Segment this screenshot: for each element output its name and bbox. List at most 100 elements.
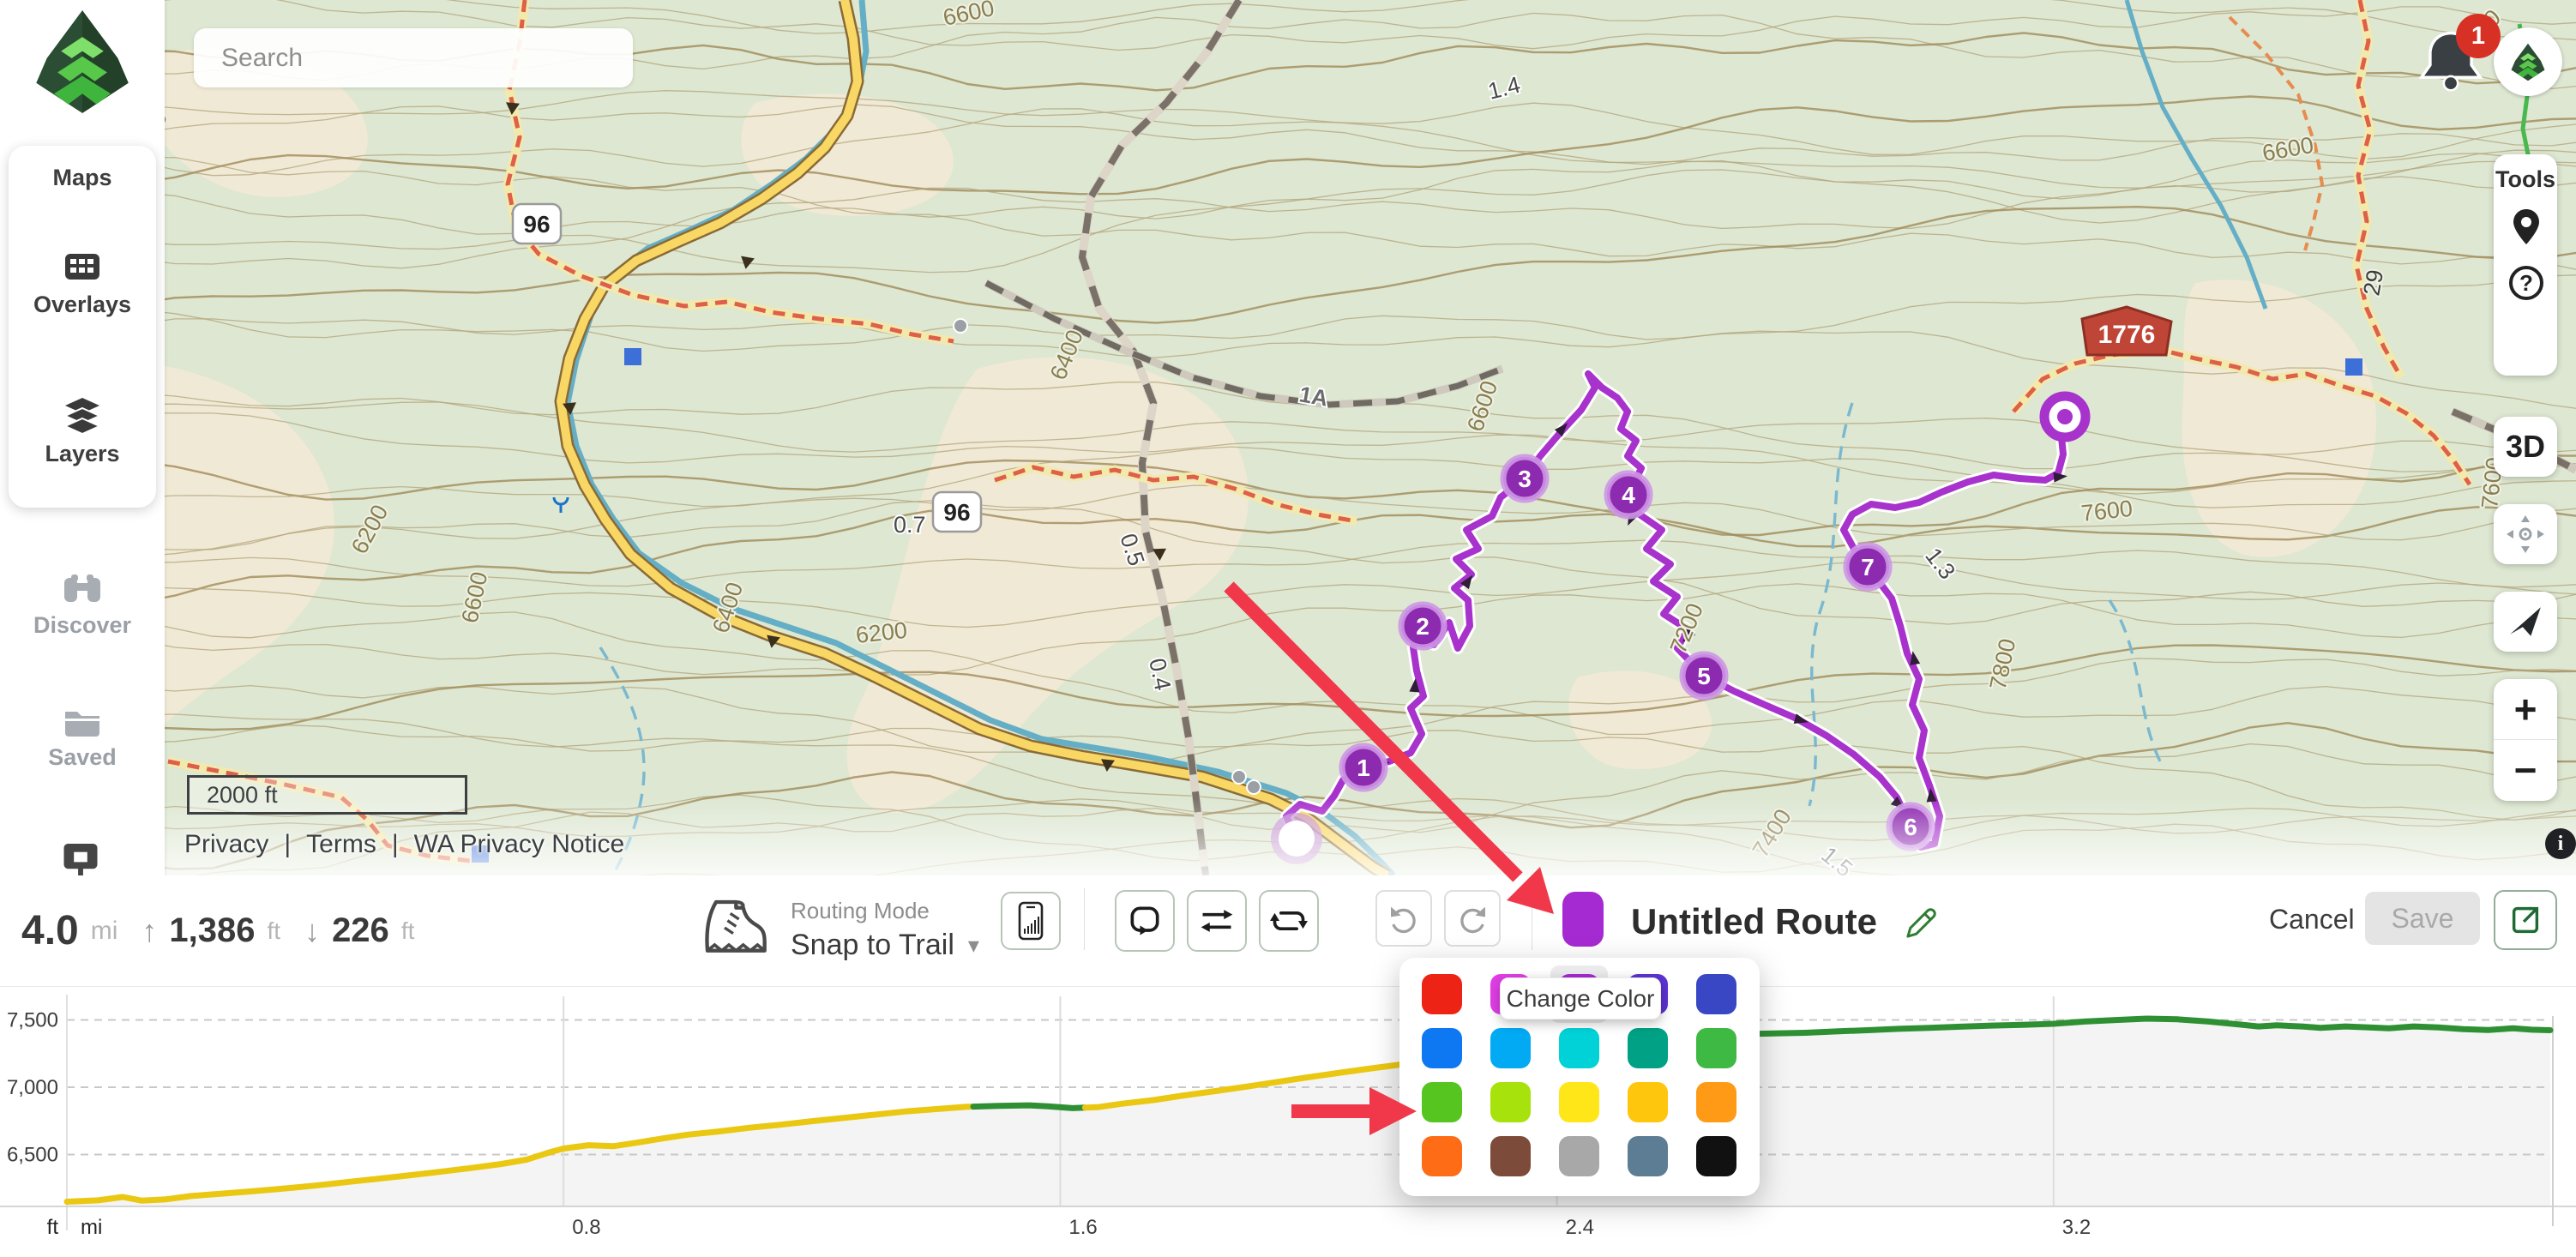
sidebar-item-label: Discover xyxy=(33,612,131,638)
route-color-swatch[interactable] xyxy=(1562,892,1604,947)
help-icon[interactable]: ? xyxy=(2507,264,2545,302)
edit-pencil-icon[interactable] xyxy=(1902,903,1941,942)
notifications-button[interactable]: 1 xyxy=(2418,26,2483,104)
sidebar-item-maps[interactable]: Maps xyxy=(0,165,165,191)
zoom-control: + − xyxy=(2494,679,2557,801)
loop-route-button[interactable] xyxy=(1115,890,1175,952)
sidebar-item-overlays[interactable]: Overlays xyxy=(0,250,165,318)
info-icon: i xyxy=(2558,833,2564,856)
elevation-chart-panel: 6,5007,0007,5000.81.62.43.2ftmi xyxy=(0,986,2576,1245)
contour-label: 29 xyxy=(2358,268,2388,298)
color-option-swatch[interactable] xyxy=(1696,1028,1736,1068)
undo-button[interactable] xyxy=(1375,890,1432,947)
out-and-back-button[interactable] xyxy=(1187,890,1247,952)
color-option-swatch[interactable] xyxy=(1628,1082,1668,1122)
ascent-arrow-icon: ↑ xyxy=(141,913,157,949)
color-option-swatch[interactable] xyxy=(1559,1028,1599,1068)
gaia-logo xyxy=(2507,43,2549,81)
search-input[interactable]: Search xyxy=(194,28,633,87)
elevation-chart[interactable]: 6,5007,0007,5000.81.62.43.2ftmi xyxy=(0,986,2576,1245)
sidebar-item-discover[interactable]: Discover xyxy=(0,573,165,639)
color-option-swatch[interactable] xyxy=(1559,1082,1599,1122)
x-axis-tick-label: 3.2 xyxy=(2062,1216,2091,1239)
redo-button[interactable] xyxy=(1444,890,1501,947)
gaia-gps-app: 1234567680066006600640062006600640062006… xyxy=(0,0,2576,1257)
sidebar-item-layers[interactable]: Layers xyxy=(0,396,165,467)
map-blue-marker xyxy=(2345,358,2362,376)
road-shield: 96 xyxy=(513,204,561,244)
contour-label: 6600 xyxy=(941,0,996,31)
sidebar-item-label: Maps xyxy=(52,165,111,190)
color-option-swatch[interactable] xyxy=(1696,1136,1736,1176)
route-end-marker[interactable] xyxy=(2044,396,2085,437)
contour-label: 7800 xyxy=(1985,636,2021,692)
route-ascent: 1,386 xyxy=(169,911,255,950)
reverse-route-button[interactable] xyxy=(1259,890,1319,952)
route-stats: 4.0 mi ↑ 1,386 ft ↓ 226 ft xyxy=(21,875,414,986)
route-waypoint-marker[interactable]: 2 xyxy=(1401,604,1444,647)
waypoint-tool-icon[interactable] xyxy=(2509,207,2543,247)
trail-halo xyxy=(2356,0,2401,377)
route-title[interactable]: Untitled Route xyxy=(1631,901,1877,942)
color-option-swatch[interactable] xyxy=(1490,1136,1531,1176)
route-waypoint-marker[interactable]: 4 xyxy=(1607,473,1650,516)
route-waypoint-marker[interactable]: 3 xyxy=(1503,457,1546,500)
zoom-out-button[interactable]: − xyxy=(2494,740,2557,800)
cancel-button[interactable]: Cancel xyxy=(2264,903,2360,936)
color-option-swatch[interactable] xyxy=(1422,1028,1462,1068)
plus-icon: + xyxy=(2514,686,2537,732)
route-waypoint-marker[interactable]: 1 xyxy=(1342,746,1385,789)
trail-distance-label: 1.4 xyxy=(1485,72,1523,105)
trail-shield: 1776 xyxy=(2082,307,2171,355)
color-option-swatch[interactable] xyxy=(1422,1136,1462,1176)
x-axis-tick-label: 0.8 xyxy=(572,1216,600,1239)
color-option-swatch[interactable] xyxy=(1422,974,1462,1014)
window-bottom-edge xyxy=(0,1245,2576,1257)
tooltip-label: Change Color xyxy=(1507,985,1655,1013)
pan-icon xyxy=(2505,514,2546,555)
sidebar-item-label: Saved xyxy=(48,744,117,770)
sidebar-item-label: Layers xyxy=(45,441,119,466)
save-button[interactable]: Save xyxy=(2365,892,2480,945)
color-option-swatch[interactable] xyxy=(1422,1082,1462,1122)
3d-button[interactable]: 3D xyxy=(2494,417,2557,477)
elevation-panel-toggle[interactable] xyxy=(1001,892,1061,950)
reverse-icon xyxy=(1270,902,1308,940)
print-icon[interactable] xyxy=(62,842,99,875)
sidebar: Maps Overlays Layers xyxy=(0,0,165,875)
contour-line xyxy=(0,0,2576,1)
out-and-back-icon xyxy=(1198,902,1236,940)
zoom-in-button[interactable]: + xyxy=(2494,679,2557,739)
color-option-swatch[interactable] xyxy=(1696,1082,1736,1122)
color-option-swatch[interactable] xyxy=(1490,1082,1531,1122)
export-button[interactable] xyxy=(2494,890,2557,950)
route-waypoint-marker[interactable]: 7 xyxy=(1846,545,1889,588)
route-descent: 226 xyxy=(332,911,389,950)
color-option-swatch[interactable] xyxy=(1490,1028,1531,1068)
waypoint-number: 4 xyxy=(1622,482,1635,508)
routing-mode-dropdown[interactable]: Snap to Trail ▾ xyxy=(791,929,979,962)
color-option-swatch[interactable] xyxy=(1559,1136,1599,1176)
gaia-logo[interactable] xyxy=(22,9,142,115)
pan-mode-button[interactable] xyxy=(2494,504,2557,564)
wa-privacy-link[interactable]: WA Privacy Notice xyxy=(414,830,625,859)
contour-label: 6600 xyxy=(457,569,493,625)
sidebar-item-saved[interactable]: Saved xyxy=(0,705,165,771)
map-info-button[interactable]: i xyxy=(2545,828,2576,859)
color-option-swatch[interactable] xyxy=(1696,974,1736,1014)
map-canvas[interactable]: 1234567680066006600640062006600640062006… xyxy=(0,0,2576,875)
overlays-icon xyxy=(62,250,103,285)
change-color-tooltip: Change Color xyxy=(1500,977,1661,1019)
color-option-swatch[interactable] xyxy=(1628,1028,1668,1068)
privacy-link[interactable]: Privacy xyxy=(184,830,268,859)
locate-button[interactable] xyxy=(2494,592,2557,652)
color-option-swatch[interactable] xyxy=(1628,1136,1668,1176)
map-attribution: Privacy | Terms | WA Privacy Notice xyxy=(184,830,624,859)
trail-distance-label: 0.4 xyxy=(1144,656,1176,693)
contour-label: 6200 xyxy=(854,617,908,648)
terms-link[interactable]: Terms xyxy=(306,830,376,859)
account-avatar[interactable] xyxy=(2494,27,2562,96)
tools-title: Tools xyxy=(2494,166,2557,193)
route-waypoint-marker[interactable]: 5 xyxy=(1682,654,1725,697)
trail-node xyxy=(1232,770,1246,784)
